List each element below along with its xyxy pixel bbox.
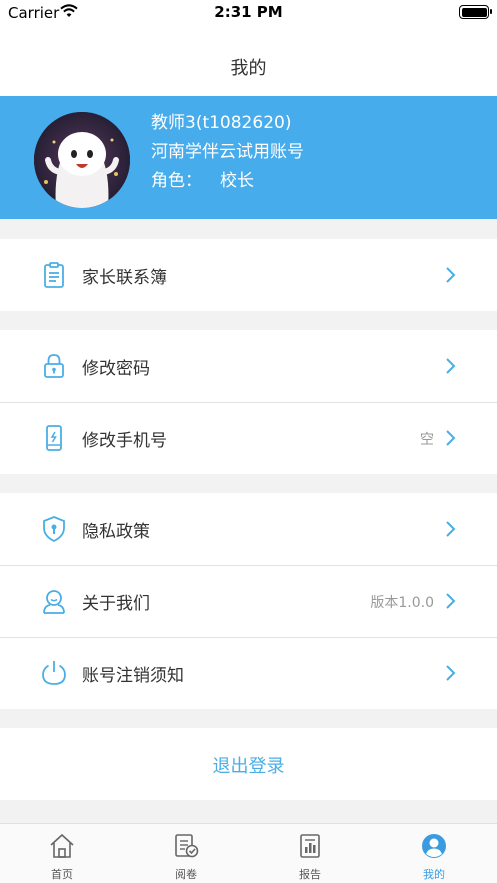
menu-group-account: 修改密码 修改手机号 空: [0, 330, 497, 474]
chevron-right-icon: [446, 358, 456, 374]
avatar[interactable]: [34, 112, 130, 208]
logout-label: 退出登录: [212, 756, 285, 777]
menu-item-account-cancellation[interactable]: 账号注销须知: [0, 637, 497, 709]
version-value: 版本1.0.0: [370, 595, 434, 611]
clipboard-icon: [44, 262, 64, 288]
status-bar: Carrier 2:31 PM: [0, 0, 497, 26]
chevron-right-icon: [446, 267, 456, 283]
menu-item-label: 隐私政策: [82, 522, 150, 542]
tab-bar: 首页 阅卷 报告 我的: [0, 823, 497, 883]
navigation-bar: 我的: [0, 26, 497, 96]
profile-icon: [422, 834, 446, 858]
tab-label: 报告: [299, 868, 321, 881]
power-icon: [42, 661, 66, 685]
chevron-right-icon: [446, 430, 456, 446]
menu-item-privacy-policy[interactable]: 隐私政策: [0, 493, 497, 565]
menu-item-change-password[interactable]: 修改密码: [0, 330, 497, 402]
role-value: 校长: [220, 171, 254, 191]
chevron-right-icon: [446, 593, 456, 609]
tab-report[interactable]: 报告: [248, 824, 372, 883]
logout-button[interactable]: 退出登录: [0, 728, 497, 800]
tab-label: 首页: [51, 868, 73, 881]
role-label: 角色：: [151, 171, 202, 191]
status-time: 2:31 PM: [214, 3, 283, 21]
shield-icon: [43, 516, 65, 543]
tab-home[interactable]: 首页: [0, 824, 124, 883]
tab-label: 阅卷: [175, 868, 197, 881]
phone-value: 空: [420, 432, 434, 448]
avatar-image: [34, 112, 130, 208]
report-icon: [300, 834, 320, 858]
menu-item-label: 修改手机号: [82, 431, 167, 451]
battery-icon: [459, 5, 492, 19]
page-title: 我的: [230, 58, 267, 79]
menu-item-label: 关于我们: [82, 594, 150, 614]
menu-item-about-us[interactable]: 关于我们 版本1.0.0: [0, 565, 497, 637]
menu-group-info: 隐私政策 关于我们 版本1.0.0 账号注销须知: [0, 493, 497, 709]
lock-icon: [44, 354, 64, 378]
menu-item-change-phone[interactable]: 修改手机号 空: [0, 402, 497, 474]
menu-item-label: 修改密码: [82, 359, 150, 379]
profile-header[interactable]: 教师3(t1082620) 河南学伴云试用账号 角色： 校长: [0, 96, 497, 219]
user-support-icon: [43, 590, 65, 614]
menu-group-contacts: 家长联系簿: [0, 239, 497, 311]
tab-profile[interactable]: 我的: [372, 824, 496, 883]
menu-item-parent-contact[interactable]: 家长联系簿: [0, 239, 497, 311]
tab-label: 我的: [423, 868, 445, 881]
chevron-right-icon: [446, 665, 456, 681]
menu-item-label: 家长联系簿: [82, 268, 167, 288]
tab-grading[interactable]: 阅卷: [124, 824, 248, 883]
phone-icon: [46, 425, 62, 451]
profile-name: 教师3(t1082620): [151, 113, 292, 133]
menu-item-label: 账号注销须知: [82, 666, 184, 686]
grading-icon: [175, 834, 199, 858]
home-icon: [50, 833, 74, 858]
chevron-right-icon: [446, 521, 456, 537]
profile-organization: 河南学伴云试用账号: [151, 142, 304, 162]
profile-role: 角色： 校长: [151, 166, 254, 191]
